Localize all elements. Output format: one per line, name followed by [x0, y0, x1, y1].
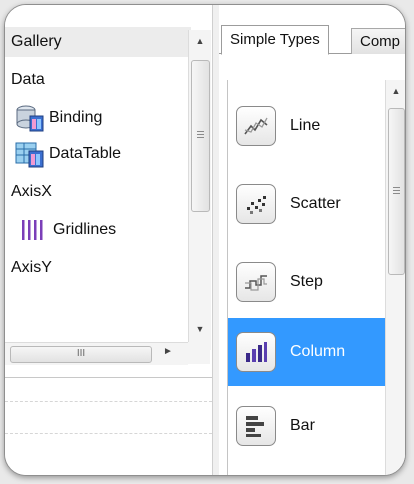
bar-chart-icon: [236, 406, 276, 446]
tree-item-label: Binding: [49, 109, 103, 126]
step-chart-icon: [236, 262, 276, 302]
chart-type-panel: Simple Types Comp Line Scatter Step Colu…: [219, 5, 405, 475]
tree-horizontal-scrollbar[interactable]: III ►: [5, 342, 188, 365]
data-table-icon: [15, 141, 44, 168]
chart-type-label: Bar: [290, 417, 315, 434]
chart-type-line[interactable]: Line: [228, 92, 385, 160]
chart-type-step[interactable]: Step: [228, 248, 385, 316]
column-chart-icon: [236, 332, 276, 372]
chart-type-list: Line Scatter Step Column Bar: [227, 80, 405, 475]
tree-item-label: Data: [11, 71, 45, 88]
tree-item-datatable[interactable]: DataTable: [5, 139, 121, 169]
tree-item-axisy[interactable]: AxisY: [5, 253, 52, 283]
tab-simple-types[interactable]: Simple Types: [221, 25, 329, 55]
tree-item-label: AxisX: [11, 183, 52, 200]
property-row-divider: [5, 433, 212, 434]
chart-type-column[interactable]: Column: [228, 318, 385, 386]
tree-vertical-scrollbar[interactable]: ▲ ▼: [188, 30, 211, 350]
tree-item-binding[interactable]: Binding: [5, 103, 102, 133]
scroll-thumb[interactable]: [388, 108, 405, 275]
gridlines-icon: [19, 217, 45, 243]
chart-type-label: Scatter: [290, 195, 341, 212]
chart-type-label: Line: [290, 117, 321, 134]
scroll-right-arrow-icon[interactable]: ►: [163, 346, 173, 357]
line-chart-icon: [236, 106, 276, 146]
chart-type-scrollbar[interactable]: ▲: [385, 80, 405, 475]
tree-item-axisx[interactable]: AxisX: [5, 177, 52, 207]
tree-item-data[interactable]: Data: [5, 65, 45, 95]
scatter-chart-icon: [236, 184, 276, 224]
horizontal-scroll-thumb[interactable]: III: [10, 346, 152, 363]
tree-item-label: Gallery: [11, 33, 62, 50]
chart-type-tabs: Simple Types Comp: [219, 25, 405, 55]
tree-item-label: AxisY: [11, 259, 52, 276]
scroll-thumb[interactable]: [191, 60, 210, 212]
chart-type-scatter[interactable]: Scatter: [228, 170, 385, 238]
scroll-up-arrow-icon[interactable]: ▲: [189, 32, 211, 50]
panel-separator: [5, 377, 212, 378]
chart-type-label: Step: [290, 273, 323, 290]
properties-tree: Gallery Data Binding DataTable AxisX Gri…: [5, 27, 191, 337]
tree-item-gallery[interactable]: Gallery: [5, 27, 191, 57]
tree-item-label: DataTable: [49, 145, 122, 162]
properties-tree-panel: Gallery Data Binding DataTable AxisX Gri…: [5, 5, 212, 475]
chart-type-bar[interactable]: Bar: [228, 392, 385, 460]
property-row-divider: [5, 401, 212, 402]
scroll-down-arrow-icon[interactable]: ▼: [189, 320, 211, 338]
database-binding-icon: [15, 105, 44, 132]
scroll-up-arrow-icon[interactable]: ▲: [386, 82, 405, 100]
scrollbar-corner: [188, 342, 210, 364]
window-frame: Gallery Data Binding DataTable AxisX Gri…: [4, 4, 406, 476]
tab-complex-types[interactable]: Comp: [351, 28, 405, 54]
tree-item-gridlines[interactable]: Gridlines: [5, 215, 116, 245]
chart-type-label: Column: [290, 343, 346, 360]
tree-item-label: Gridlines: [53, 221, 117, 238]
